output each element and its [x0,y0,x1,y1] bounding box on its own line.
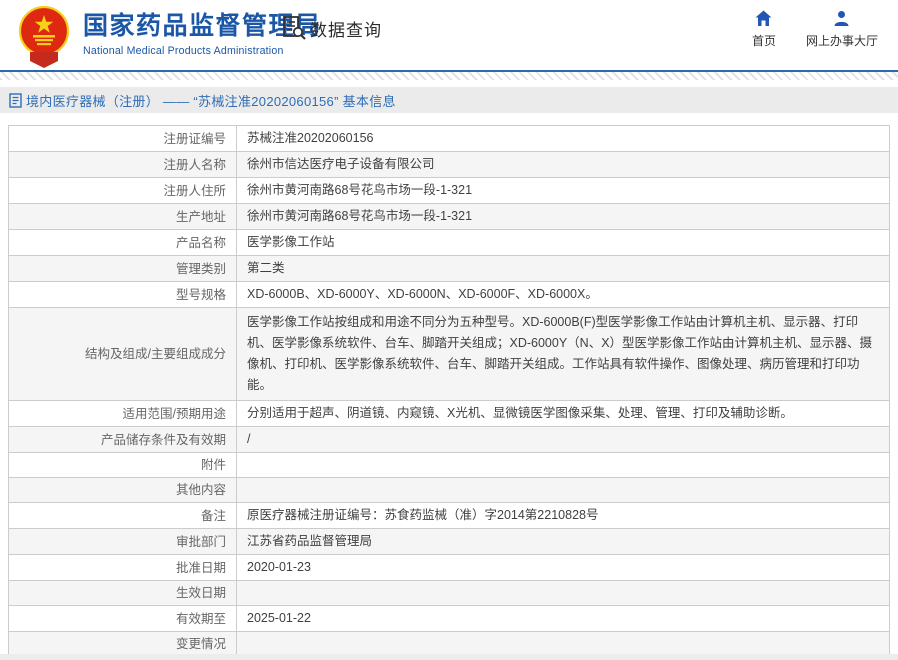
data-query-section: 数据查询 [281,15,382,41]
page-icon [9,93,22,108]
row-value: 徐州市信达医疗电子设备有限公司 [237,152,890,178]
data-query-label: 数据查询 [310,16,382,41]
row-label: 审批部门 [9,529,237,555]
table-row: 附件 [9,453,890,478]
brand: 国家药品监督管理局 National Medical Products Admi… [16,6,322,68]
table-row: 型号规格 XD-6000B、XD-6000Y、XD-6000N、XD-6000F、… [9,282,890,308]
row-value: 医学影像工作站按组成和用途不同分为五种型号。XD-6000B(F)型医学影像工作… [237,308,890,401]
row-label: 附件 [9,453,237,478]
row-label-text: 备注 [201,509,226,523]
row-value: 分别适用于超声、阴道镜、内窥镜、X光机、显微镜医学图像采集、处理、管理、打印及辅… [237,401,890,427]
breadcrumb: 境内医疗器械（注册） —— “苏械注准20202060156” 基本信息 [0,87,898,113]
national-emblem-icon [16,6,72,68]
breadcrumb-text: 境内医疗器械（注册） —— “苏械注准20202060156” 基本信息 [26,91,396,110]
row-label-text: 管理类别 [176,262,226,276]
row-value: 2020-01-23 [237,555,890,581]
row-label: 结构及组成/主要组成成分 [9,308,237,401]
row-label: 备注 [9,503,237,529]
row-label: 生产地址 [9,204,237,230]
row-label: 适用范围/预期用途 [9,401,237,427]
row-value [237,581,890,606]
row-value: 江苏省药品监督管理局 [237,529,890,555]
row-value: 徐州市黄河南路68号花鸟市场一段-1-321 [237,178,890,204]
row-label: 批准日期 [9,555,237,581]
hatch-divider [0,72,898,80]
row-label-text: 注册人住所 [163,184,226,198]
table-row: 生产地址徐州市黄河南路68号花鸟市场一段-1-321 [9,204,890,230]
table-row: 产品名称医学影像工作站 [9,230,890,256]
table-row: 其他内容 [9,478,890,503]
row-label-text: 生效日期 [176,586,226,600]
row-label-text: 型号规格 [176,288,226,302]
table-row: 注册人名称徐州市信达医疗电子设备有限公司 [9,152,890,178]
header: 国家药品监督管理局 National Medical Products Admi… [0,0,898,72]
footer-strip [0,654,898,660]
table-row: 批准日期 2020-01-23 [9,555,890,581]
row-label: 产品名称 [9,230,237,256]
row-value [237,453,890,478]
row-value: 医学影像工作站 [237,230,890,256]
nav-home[interactable]: 首页 [752,10,776,49]
nav-service-hall-label: 网上办事大厅 [806,32,878,49]
row-label: 产品储存条件及有效期 [9,427,237,453]
table-row: 注册人住所徐州市黄河南路68号花鸟市场一段-1-321 [9,178,890,204]
row-value: / [237,427,890,453]
row-label-text: 其他内容 [176,483,226,497]
table-row: 注册证编号苏械注准20202060156 [9,126,890,152]
row-value [237,478,890,503]
home-icon [755,10,772,27]
row-value: 徐州市黄河南路68号花鸟市场一段-1-321 [237,204,890,230]
org-name-en: National Medical Products Administration [83,45,322,57]
page: 国家药品监督管理局 National Medical Products Admi… [0,0,898,660]
row-label-text: 结构及组成/主要组成成分 [85,347,226,361]
row-label-text: 生产地址 [176,210,226,224]
row-label: 有效期至 [9,606,237,632]
table-row: 生效日期 [9,581,890,606]
row-label-text: 注册人名称 [163,158,226,172]
row-label-text: 适用范围/预期用途 [123,407,226,421]
top-nav: 首页 网上办事大厅 [752,10,878,49]
row-label-text: 批准日期 [176,561,226,575]
row-value: 苏械注准20202060156 [237,126,890,152]
row-label-text: 产品名称 [176,236,226,250]
table-row: 变更情况 [9,632,890,657]
row-value: 原医疗器械注册证编号：苏食药监械（准）字2014第2210828号 [237,503,890,529]
table-row: 备注原医疗器械注册证编号：苏食药监械（准）字2014第2210828号 [9,503,890,529]
nav-home-label: 首页 [752,32,776,49]
row-label-text: 有效期至 [176,612,226,626]
row-value: 第二类 [237,256,890,282]
row-label: 生效日期 [9,581,237,606]
row-label-text: 注册证编号 [163,132,226,146]
table-row: 审批部门江苏省药品监督管理局 [9,529,890,555]
row-label: 型号规格 [9,282,237,308]
table-row: 结构及组成/主要组成成分医学影像工作站按组成和用途不同分为五种型号。XD-600… [9,308,890,401]
nav-service-hall[interactable]: 网上办事大厅 [806,10,878,49]
row-value: 2025-01-22 [237,606,890,632]
person-icon [833,10,850,27]
row-label-text: 产品储存条件及有效期 [101,433,226,447]
row-label: 变更情况 [9,632,237,657]
row-value: XD-6000B、XD-6000Y、XD-6000N、XD-6000F、XD-6… [237,282,890,308]
row-label: 注册人住所 [9,178,237,204]
table-row: 有效期至 2025-01-22 [9,606,890,632]
table-row: 适用范围/预期用途分别适用于超声、阴道镜、内窥镜、X光机、显微镜医学图像采集、处… [9,401,890,427]
row-label: 注册证编号 [9,126,237,152]
row-label-text: 变更情况 [176,637,226,651]
row-label: 其他内容 [9,478,237,503]
row-value [237,632,890,657]
registration-info-table: 注册证编号苏械注准20202060156注册人名称徐州市信达医疗电子设备有限公司… [8,125,890,660]
table-row: 产品储存条件及有效期 / [9,427,890,453]
row-label-text: 审批部门 [176,535,226,549]
row-label-text: 附件 [201,458,226,472]
row-label: 注册人名称 [9,152,237,178]
registration-info: 注册证编号苏械注准20202060156注册人名称徐州市信达医疗电子设备有限公司… [8,125,890,660]
table-row: 管理类别第二类 [9,256,890,282]
row-label: 管理类别 [9,256,237,282]
document-search-icon [281,15,307,41]
